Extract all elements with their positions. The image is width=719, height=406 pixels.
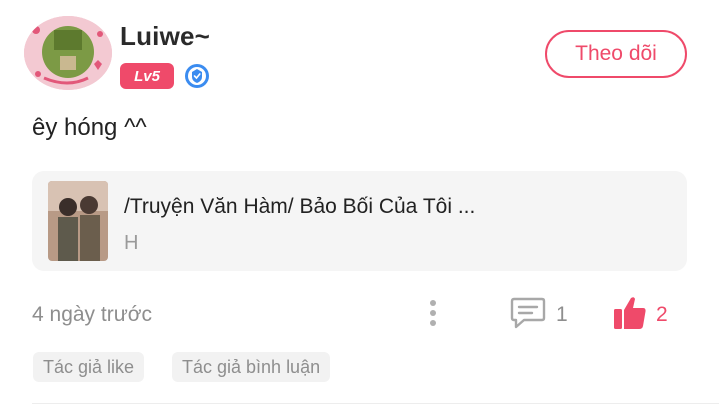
shield-check-icon (184, 63, 210, 89)
tag-author-commented: Tác giả bình luận (172, 352, 331, 382)
follow-button[interactable]: Theo dõi (545, 30, 687, 78)
comment-count: 1 (556, 303, 568, 326)
comment-icon[interactable] (510, 296, 546, 330)
divider (32, 403, 719, 404)
author-avatar[interactable] (24, 16, 112, 90)
story-subtitle: H (124, 232, 139, 254)
story-title: /Truyện Văn Hàm/ Bảo Bối Của Tôi ... (124, 195, 476, 218)
avatar-image (24, 16, 112, 90)
author-name[interactable]: Luiwe~ (120, 21, 210, 52)
story-card[interactable]: /Truyện Văn Hàm/ Bảo Bối Của Tôi ... H (32, 171, 687, 271)
level-badge: Lv5 (120, 63, 174, 89)
thumbs-up-icon[interactable] (612, 295, 648, 331)
tag-author-liked: Tác giả like (33, 352, 145, 382)
story-cover-image (48, 181, 108, 261)
post-timestamp: 4 ngày trước (32, 303, 153, 326)
like-count: 2 (656, 303, 668, 326)
more-options-icon[interactable] (425, 297, 441, 329)
post-text: êy hóng ^^ (32, 114, 147, 141)
